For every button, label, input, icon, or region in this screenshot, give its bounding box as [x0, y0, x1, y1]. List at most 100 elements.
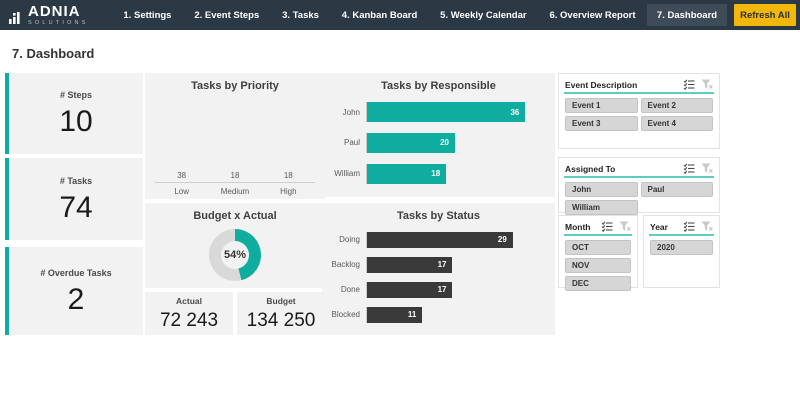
bar-row: Paul20 [330, 133, 543, 153]
kpi-value: 2 [68, 285, 85, 315]
bar: 17 [367, 257, 452, 273]
bar-track: 20 [366, 133, 543, 153]
donut-percent-label: 54% [224, 249, 246, 261]
bar-row: Blocked 11 [330, 307, 543, 323]
bar-row: William 18 [330, 164, 543, 184]
category-label: Low [157, 187, 207, 196]
bar: 29 [367, 232, 513, 248]
slicer-header: Assigned To [565, 162, 713, 175]
slicer-item-button[interactable]: Event 3 [565, 116, 638, 131]
tasks-by-responsible-chart: Tasks by Responsible John36 Paul20 William… [322, 73, 555, 197]
refresh-all-button[interactable]: Refresh All [734, 4, 796, 26]
budget-value: 134 250 [247, 310, 316, 332]
slicer-item-button[interactable]: Event 4 [641, 116, 714, 131]
multiselect-icon[interactable] [601, 221, 613, 232]
actual-value: 72 243 [160, 310, 218, 332]
slicer-item-button[interactable]: John [565, 182, 638, 197]
slicer-item-button[interactable]: Paul [641, 182, 714, 197]
slicer-items: 2020 [650, 240, 713, 255]
clear-filter-icon[interactable] [701, 163, 713, 174]
bar: 11 [367, 307, 422, 323]
budget-label: Budget [266, 296, 295, 306]
multiselect-icon[interactable] [683, 79, 695, 90]
slicer-underline [564, 234, 632, 236]
kpi-card-steps: # Steps 10 [5, 73, 143, 154]
bar-value-label: 29 [498, 235, 507, 244]
bar-value-label: 18 [284, 171, 293, 180]
dashboard-page: ADNIA SOLUTIONS 1. Settings 2. Event Step… [0, 0, 800, 418]
chart-title: Budget x Actual [145, 210, 325, 222]
bar: 18 [367, 164, 446, 184]
bar-value-label: 38 [177, 171, 186, 180]
nav-item[interactable]: 3. Tasks [282, 10, 319, 21]
slicer-event-description: Event Description Event 1Event 2Event 3E… [558, 73, 720, 149]
status-plot-area: Doing29 Backlog 17 Done17 Blocked 11 [330, 227, 543, 327]
slicer-header: Event Description [565, 78, 713, 91]
nav-item[interactable]: 2. Event Steps [194, 10, 259, 21]
slicer-title: Month [565, 222, 591, 232]
slicer-items: JohnPaulWilliam [565, 182, 713, 215]
adnia-logo-icon [8, 10, 24, 26]
bar: 20 [367, 133, 455, 153]
multiselect-icon[interactable] [683, 221, 695, 232]
nav-item[interactable]: 4. Kanban Board [342, 10, 418, 21]
bar-row: Backlog 17 [330, 257, 543, 273]
slicer-item-button[interactable]: DEC [565, 276, 631, 291]
bar-track: 36 [366, 102, 543, 122]
nav-item[interactable]: 1. Settings [123, 10, 171, 21]
actual-cell: Actual 72 243 [145, 292, 233, 335]
logo-subtitle: SOLUTIONS [28, 20, 89, 26]
bar-value-label: 17 [438, 260, 447, 269]
bar-track: 17 [366, 257, 543, 273]
slicer-icons [683, 79, 713, 90]
slicer-title: Assigned To [565, 164, 615, 174]
bar-row: John36 [330, 102, 543, 122]
bar-column: 18 [218, 171, 252, 182]
category-label: Paul [330, 138, 366, 147]
clear-filter-icon[interactable] [701, 79, 713, 90]
tasks-by-priority-chart: Tasks by Priority 381818 LowMediumHigh [145, 73, 325, 199]
slicer-item-button[interactable]: 2020 [650, 240, 713, 255]
bar-row: Doing29 [330, 232, 543, 248]
responsible-plot-area: John36 Paul20 William 18 [330, 97, 543, 189]
slicer-assigned-to: Assigned To JohnPaulWilliam [558, 157, 720, 213]
category-label: High [263, 187, 313, 196]
slicer-item-button[interactable]: NOV [565, 258, 631, 273]
clear-filter-icon[interactable] [701, 221, 713, 232]
bar-row: Done17 [330, 282, 543, 298]
donut-wrap: 54% [145, 229, 325, 281]
kpi-label: # Tasks [60, 176, 92, 186]
slicer-item-button[interactable]: Event 2 [641, 98, 714, 113]
slicer-title: Event Description [565, 80, 637, 90]
kpi-value: 74 [59, 193, 92, 223]
category-label: Blocked [330, 310, 366, 319]
chart-title: Tasks by Responsible [322, 80, 555, 92]
bar-track: 29 [366, 232, 543, 248]
clear-filter-icon[interactable] [619, 221, 631, 232]
chart-title: Tasks by Priority [145, 80, 325, 92]
tab-dashboard[interactable]: 7. Dashboard [647, 4, 727, 26]
slicer-item-button[interactable]: Event 1 [565, 98, 638, 113]
bar-value-label: 11 [408, 310, 416, 319]
slicer-title: Year [650, 222, 668, 232]
slicer-icons [683, 163, 713, 174]
slicer-item-button[interactable]: OCT [565, 240, 631, 255]
category-label: William [330, 169, 366, 178]
nav-item[interactable]: 6. Overview Report [549, 10, 635, 21]
slicer-icons [601, 221, 631, 232]
category-label: Backlog [330, 260, 366, 269]
bar-track: 18 [366, 164, 543, 184]
category-label: John [330, 108, 366, 117]
slicer-header: Month [565, 220, 631, 233]
logo-brand: ADNIA [28, 5, 89, 19]
bar-value-label: 18 [431, 169, 440, 178]
category-label: Done [330, 285, 366, 294]
slicer-items: Event 1Event 2Event 3Event 4 [565, 98, 713, 131]
priority-plot-area: 38 18 18 [155, 99, 315, 183]
kpi-label: # Steps [60, 90, 92, 100]
nav-item[interactable]: 5. Weekly Calendar [440, 10, 526, 21]
budget-x-actual-chart: Budget x Actual 54% [145, 203, 325, 288]
slicer-icons [683, 221, 713, 232]
multiselect-icon[interactable] [683, 163, 695, 174]
slicer-item-button[interactable]: William [565, 200, 638, 215]
